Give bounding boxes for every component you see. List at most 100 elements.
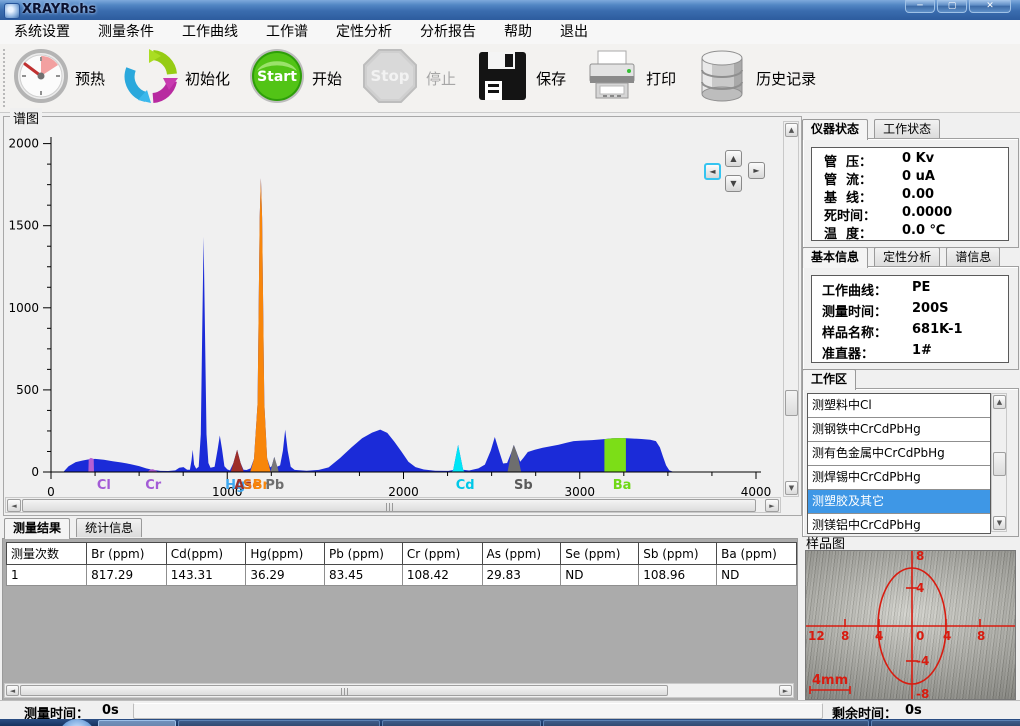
- peak-cd: [451, 445, 464, 472]
- col-br[interactable]: Br (ppm): [87, 543, 167, 565]
- workspace-item-steel[interactable]: 测钢铁中CrCdPbHg: [808, 418, 990, 442]
- stop-button[interactable]: Stop 停止: [360, 46, 468, 110]
- title-bar[interactable]: XRAYRohs ─ ▢ ✕: [0, 0, 1020, 21]
- dead-time-value: 0.0000: [902, 205, 952, 220]
- tab-instrument-status[interactable]: 仪器状态: [802, 119, 868, 140]
- workspace-scroll-up-icon[interactable]: ▲: [993, 395, 1006, 409]
- menu-qualitative-analysis[interactable]: 定性分析: [322, 20, 406, 44]
- tab-measure-results[interactable]: 测量结果: [4, 518, 70, 539]
- cell-measure-count[interactable]: 1: [7, 565, 87, 586]
- pan-left-button[interactable]: ◄: [704, 163, 721, 180]
- measure-time-label: 测量时间：: [822, 301, 887, 320]
- col-hg[interactable]: Hg(ppm): [246, 543, 325, 565]
- chart-vscroll-thumb[interactable]: [785, 390, 798, 416]
- start-button[interactable]: Start 开始: [248, 47, 354, 109]
- cell-hg[interactable]: 36.29: [246, 565, 325, 586]
- results-hscroll-thumb[interactable]: [20, 685, 668, 696]
- stop-label: 停止: [426, 68, 456, 89]
- sample-name-value: 681K-1: [912, 322, 963, 337]
- tab-statistics[interactable]: 统计信息: [76, 518, 142, 537]
- workspace-item-solder[interactable]: 测焊锡中CrCdPbHg: [808, 466, 990, 490]
- chart-scroll-down-icon[interactable]: ▼: [785, 481, 798, 495]
- maximize-button[interactable]: ▢: [937, 0, 967, 13]
- col-cd[interactable]: Cd(ppm): [166, 543, 246, 565]
- tab-qualitative[interactable]: 定性分析: [874, 247, 940, 266]
- cell-as[interactable]: 29.83: [482, 565, 561, 586]
- col-ba[interactable]: Ba (ppm): [717, 543, 797, 565]
- menu-exit[interactable]: 退出: [546, 20, 602, 44]
- chart-horizontal-scrollbar[interactable]: ◄ ►: [5, 497, 781, 513]
- col-measure-count[interactable]: 测量次数: [7, 543, 87, 565]
- initialize-button[interactable]: 初始化: [123, 48, 242, 108]
- results-scroll-right-icon[interactable]: ►: [779, 685, 792, 696]
- xray-rohs-app: { "window": {"title": "XRAYRohs", "minim…: [0, 0, 1020, 726]
- col-sb[interactable]: Sb (ppm): [639, 543, 717, 565]
- svg-text:0: 0: [31, 465, 39, 479]
- cell-pb[interactable]: 83.45: [325, 565, 403, 586]
- pan-right-button[interactable]: ►: [748, 162, 765, 179]
- col-se[interactable]: Se (ppm): [561, 543, 639, 565]
- cell-cr[interactable]: 108.42: [402, 565, 482, 586]
- chart-scroll-right-icon[interactable]: ►: [765, 499, 779, 512]
- menu-system-settings[interactable]: 系统设置: [0, 20, 84, 44]
- cell-br[interactable]: 817.29: [87, 565, 167, 586]
- sample-reticle: 12 8 4 0 4 8 8 4 -4 -8 4mm: [806, 551, 1015, 699]
- workspace-item-plastics-other[interactable]: 测塑胶及其它: [808, 490, 990, 514]
- tab-workspace[interactable]: 工作区: [802, 369, 856, 390]
- workspace-item-nonferrous[interactable]: 测有色金属中CrCdPbHg: [808, 442, 990, 466]
- col-as[interactable]: As (ppm): [482, 543, 561, 565]
- col-pb[interactable]: Pb (ppm): [325, 543, 403, 565]
- menu-working-spectrum[interactable]: 工作谱: [252, 20, 322, 44]
- results-header-row: 测量次数 Br (ppm) Cd(ppm) Hg(ppm) Pb (ppm) C…: [7, 543, 797, 565]
- chart-scroll-left-icon[interactable]: ◄: [7, 499, 21, 512]
- save-label: 保存: [536, 68, 566, 89]
- workspace-scroll-down-icon[interactable]: ▼: [993, 516, 1006, 530]
- cell-se[interactable]: ND: [561, 565, 639, 586]
- measure-time-value: 200S: [912, 301, 949, 316]
- taskbar-item-active[interactable]: [98, 720, 176, 726]
- info-tabstrip: 基本信息 定性分析 谱信息: [802, 247, 1018, 267]
- minimize-button[interactable]: ─: [905, 0, 935, 13]
- cell-ba[interactable]: ND: [717, 565, 797, 586]
- menu-analysis-report[interactable]: 分析报告: [406, 20, 490, 44]
- col-cr[interactable]: Cr (ppm): [402, 543, 482, 565]
- taskbar-item-4[interactable]: [543, 720, 869, 726]
- spectrum-chart[interactable]: 050010001500200001000200030004000ClCrHgA…: [4, 117, 784, 501]
- results-table[interactable]: 测量次数 Br (ppm) Cd(ppm) Hg(ppm) Pb (ppm) C…: [6, 542, 797, 586]
- tab-basic-info[interactable]: 基本信息: [802, 247, 868, 268]
- workspace-scroll-thumb[interactable]: [993, 452, 1006, 476]
- save-button[interactable]: 保存: [474, 48, 578, 108]
- taskbar-item-5[interactable]: [871, 720, 1020, 726]
- print-button[interactable]: 打印: [584, 48, 688, 108]
- chart-hscroll-thumb[interactable]: [22, 499, 756, 512]
- workspace-item-mg-al[interactable]: 测镁铝中CrCdPbHg: [808, 514, 990, 534]
- menu-help[interactable]: 帮助: [490, 20, 546, 44]
- workspace-item-plastic-cl[interactable]: 测塑料中Cl: [808, 394, 990, 418]
- pan-up-button[interactable]: ▲: [725, 150, 742, 167]
- h-label-8r: 8: [977, 629, 985, 643]
- cell-cd[interactable]: 143.31: [166, 565, 246, 586]
- preheat-button[interactable]: 预热: [13, 48, 117, 108]
- history-button[interactable]: 历史记录: [694, 48, 828, 108]
- menu-working-curve[interactable]: 工作曲线: [168, 20, 252, 44]
- chart-scroll-up-icon[interactable]: ▲: [785, 123, 798, 137]
- svg-text:Cl: Cl: [97, 478, 111, 493]
- results-scroll-left-icon[interactable]: ◄: [6, 685, 19, 696]
- windows-taskbar[interactable]: [0, 719, 1020, 726]
- chart-vertical-scrollbar[interactable]: ▲ ▼: [783, 121, 799, 497]
- h-label-4r: 4: [943, 629, 951, 643]
- close-button[interactable]: ✕: [969, 0, 1011, 13]
- peak-ba: [604, 438, 626, 472]
- results-horizontal-scrollbar[interactable]: ◄ ►: [4, 683, 794, 698]
- svg-text:1000: 1000: [8, 301, 39, 315]
- pan-down-button[interactable]: ▼: [725, 175, 742, 192]
- tab-spectrum-info[interactable]: 谱信息: [946, 247, 1000, 266]
- cell-sb[interactable]: 108.96: [639, 565, 717, 586]
- menu-measure-conditions[interactable]: 测量条件: [84, 20, 168, 44]
- taskbar-item-3[interactable]: [382, 720, 541, 726]
- tab-work-status[interactable]: 工作状态: [874, 119, 940, 138]
- print-label: 打印: [646, 68, 676, 89]
- taskbar-item-2[interactable]: [178, 720, 380, 726]
- workspace-scrollbar[interactable]: ▲ ▼: [991, 393, 1007, 532]
- start-orb-icon[interactable]: [58, 719, 96, 726]
